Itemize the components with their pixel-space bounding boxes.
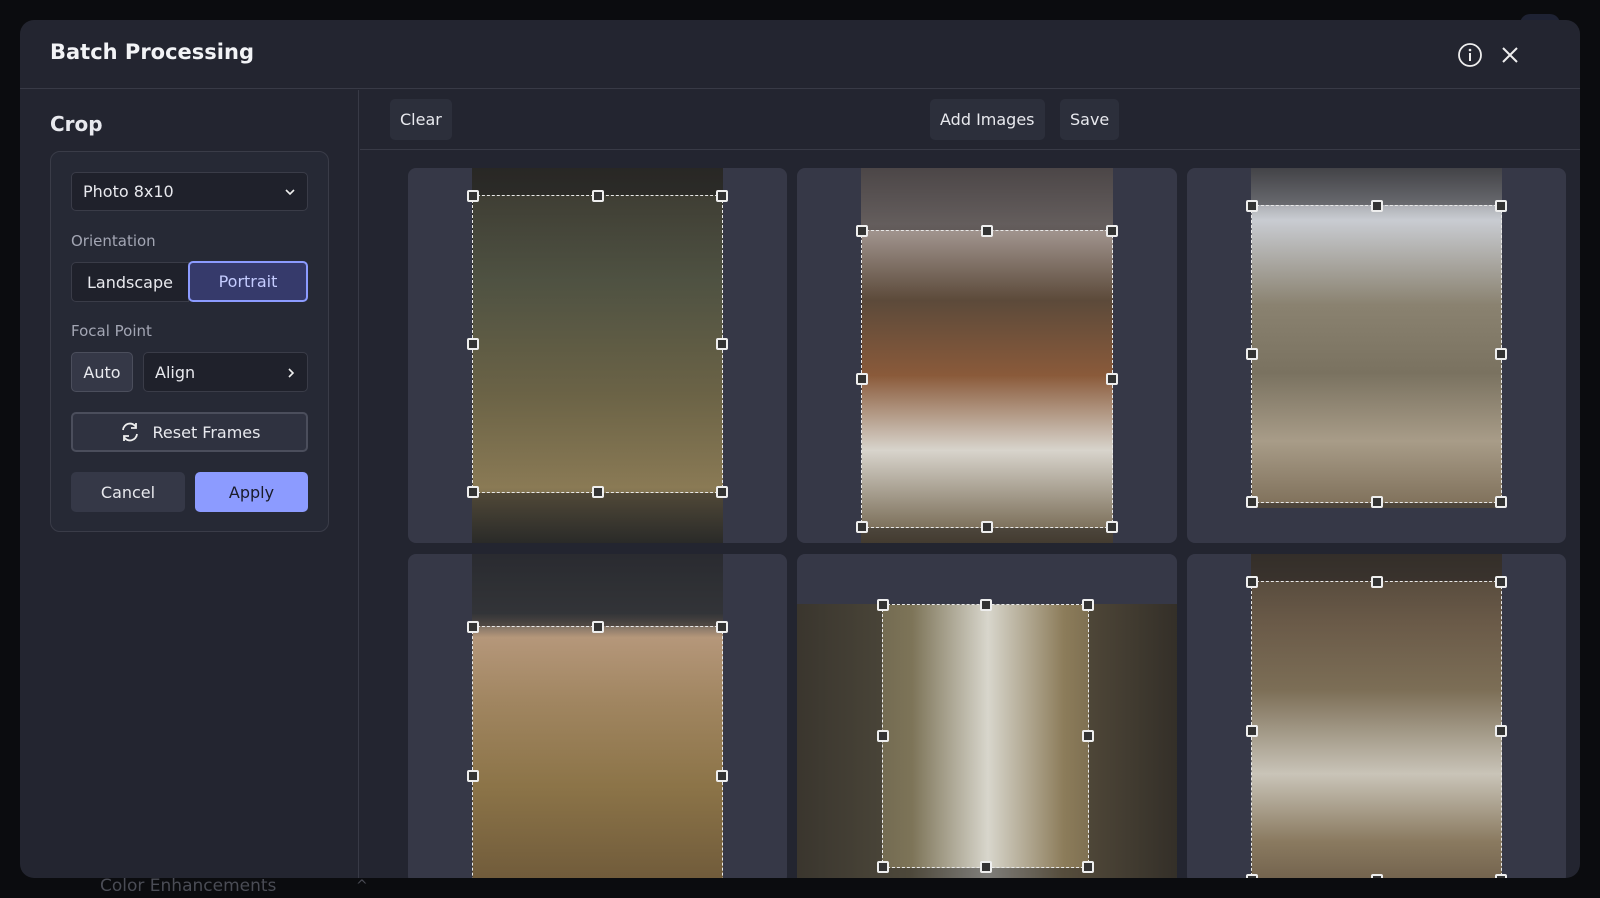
preset-value: Photo 8x10	[83, 182, 174, 201]
crop-resize-handle[interactable]	[1246, 874, 1258, 878]
crop-resize-handle[interactable]	[591, 621, 604, 633]
crop-resize-handle[interactable]	[1082, 599, 1094, 611]
crop-resize-handle[interactable]	[1082, 861, 1094, 873]
close-icon[interactable]	[1497, 42, 1523, 68]
chevron-right-icon	[288, 368, 295, 378]
crop-resize-handle[interactable]	[467, 621, 479, 633]
reset-frames-button[interactable]: Reset Frames	[71, 412, 308, 452]
crop-resize-handle[interactable]	[1246, 496, 1258, 508]
image-card[interactable]	[1187, 168, 1566, 543]
align-label: Align	[155, 362, 196, 382]
orientation-label: Orientation	[71, 232, 156, 250]
portrait-label: Portrait	[218, 272, 278, 291]
orientation-landscape-button[interactable]: Landscape	[71, 262, 189, 302]
crop-resize-handle[interactable]	[591, 190, 604, 202]
focal-align-button[interactable]: Align	[143, 352, 308, 392]
crop-resize-handle[interactable]	[877, 861, 889, 873]
crop-sidebar: Crop Photo 8x10 Orientation Landscape Po…	[20, 90, 359, 878]
crop-resize-handle[interactable]	[1246, 576, 1258, 588]
crop-resize-handle[interactable]	[1495, 874, 1507, 878]
batch-processing-modal: Batch Processing Crop Photo 8x10 Orienta…	[20, 20, 1580, 878]
crop-settings-panel: Photo 8x10 Orientation Landscape Portrai…	[50, 151, 329, 532]
crop-resize-handle[interactable]	[979, 599, 992, 611]
apply-label: Apply	[228, 482, 275, 502]
crop-section-title: Crop	[50, 112, 103, 136]
auto-label: Auto	[83, 362, 121, 382]
save-button[interactable]: Save	[1060, 99, 1120, 140]
crop-resize-handle[interactable]	[1370, 496, 1383, 508]
crop-resize-handle[interactable]	[1495, 348, 1507, 360]
chevron-down-icon	[285, 189, 295, 196]
chevron-up-icon: ^	[356, 878, 368, 894]
crop-resize-handle[interactable]	[856, 373, 868, 385]
crop-frame[interactable]	[1246, 200, 1507, 508]
info-icon[interactable]	[1457, 42, 1483, 68]
background-section-color-enhancements: Color Enhancements	[100, 876, 277, 896]
apply-button[interactable]: Apply	[195, 472, 308, 512]
crop-frame[interactable]	[877, 599, 1094, 873]
focal-point-label: Focal Point	[71, 322, 152, 340]
crop-resize-handle[interactable]	[856, 225, 868, 237]
crop-resize-handle[interactable]	[1495, 200, 1507, 212]
crop-resize-handle[interactable]	[979, 861, 992, 873]
crop-resize-handle[interactable]	[1370, 874, 1383, 878]
crop-resize-handle[interactable]	[716, 486, 728, 498]
crop-resize-handle[interactable]	[1495, 576, 1507, 588]
clear-button[interactable]: Clear	[390, 99, 452, 140]
crop-resize-handle[interactable]	[1106, 373, 1118, 385]
cancel-label: Cancel	[100, 482, 156, 502]
crop-resize-handle[interactable]	[716, 770, 728, 782]
image-card[interactable]	[797, 168, 1177, 543]
modal-title: Batch Processing	[50, 40, 254, 64]
image-area: Clear Add Images Save	[360, 90, 1580, 878]
orientation-portrait-button[interactable]: Portrait	[188, 261, 308, 302]
modal-header: Batch Processing	[20, 20, 1580, 89]
crop-resize-handle[interactable]	[877, 599, 889, 611]
crop-resize-handle[interactable]	[1106, 225, 1118, 237]
crop-resize-handle[interactable]	[467, 190, 479, 202]
crop-resize-handle[interactable]	[877, 730, 889, 742]
preset-select[interactable]: Photo 8x10	[71, 172, 308, 211]
crop-resize-handle[interactable]	[716, 621, 728, 633]
crop-resize-handle[interactable]	[981, 521, 993, 533]
crop-resize-handle[interactable]	[716, 338, 728, 350]
refresh-icon	[121, 422, 138, 442]
reset-frames-label: Reset Frames	[152, 422, 261, 442]
image-toolbar: Clear Add Images Save	[360, 90, 1580, 150]
crop-resize-handle[interactable]	[1246, 348, 1258, 360]
crop-resize-handle[interactable]	[1082, 730, 1094, 742]
crop-resize-handle[interactable]	[467, 338, 479, 350]
crop-resize-handle[interactable]	[856, 521, 868, 533]
crop-resize-handle[interactable]	[716, 190, 728, 202]
crop-frame[interactable]	[467, 190, 728, 498]
crop-resize-handle[interactable]	[1370, 576, 1383, 588]
image-card[interactable]	[408, 168, 787, 543]
cancel-button[interactable]: Cancel	[71, 472, 185, 512]
crop-resize-handle[interactable]	[981, 225, 993, 237]
crop-frame[interactable]	[467, 621, 728, 878]
focal-auto-button[interactable]: Auto	[71, 352, 133, 392]
image-card[interactable]	[408, 554, 787, 878]
crop-resize-handle[interactable]	[1495, 725, 1507, 737]
crop-resize-handle[interactable]	[1246, 725, 1258, 737]
crop-resize-handle[interactable]	[1246, 200, 1258, 212]
landscape-label: Landscape	[87, 272, 173, 292]
crop-frame[interactable]	[856, 225, 1118, 533]
crop-resize-handle[interactable]	[1495, 496, 1507, 508]
add-images-button[interactable]: Add Images	[930, 99, 1045, 140]
crop-resize-handle[interactable]	[467, 486, 479, 498]
crop-resize-handle[interactable]	[467, 770, 479, 782]
image-card[interactable]	[1187, 554, 1566, 878]
crop-resize-handle[interactable]	[1370, 200, 1383, 212]
crop-resize-handle[interactable]	[591, 486, 604, 498]
crop-frame[interactable]	[1246, 576, 1507, 878]
crop-resize-handle[interactable]	[1106, 521, 1118, 533]
image-card[interactable]	[797, 554, 1177, 878]
